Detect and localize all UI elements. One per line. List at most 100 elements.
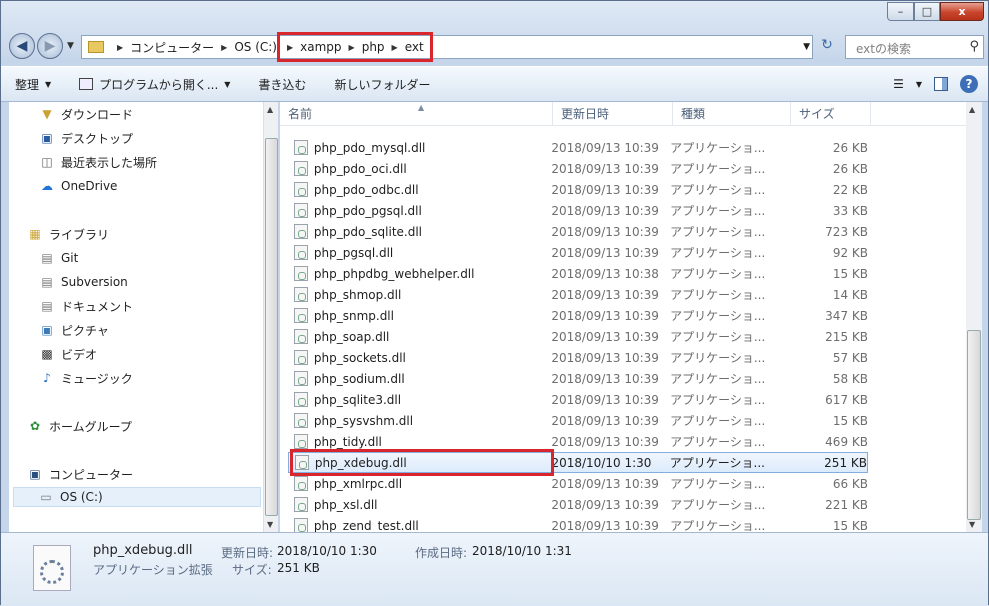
nav-item-music[interactable]: ♪ ミュージック: [39, 368, 133, 388]
nav-item-git[interactable]: ▤ Git: [39, 248, 78, 268]
nav-item-os-c[interactable]: ▭ OS (C:): [13, 487, 261, 507]
dll-file-icon: [294, 266, 308, 281]
maximize-button[interactable]: □: [914, 2, 940, 21]
breadcrumb-ext[interactable]: ext: [405, 40, 424, 54]
scroll-thumb[interactable]: [967, 330, 981, 520]
file-row[interactable]: php_sysvshm.dll 2018/09/13 10:39 アプリケーショ..…: [288, 410, 868, 431]
file-name: php_pdo_oci.dll: [313, 161, 407, 176]
column-date[interactable]: 更新日時: [553, 102, 673, 126]
column-size[interactable]: サイズ: [791, 102, 871, 126]
dll-file-icon: [294, 203, 308, 218]
computer-icon: ▣: [29, 467, 41, 481]
nav-item-pictures[interactable]: ▣ ピクチャ: [39, 320, 109, 340]
chevron-right-icon[interactable]: ▶: [287, 43, 293, 52]
column-type[interactable]: 種類: [673, 102, 791, 126]
scroll-down-icon[interactable]: ▼: [267, 520, 273, 529]
help-icon[interactable]: ?: [960, 75, 978, 93]
view-dropdown-icon[interactable]: ▼: [916, 80, 922, 89]
file-type: アプリケーショ...: [670, 498, 766, 512]
forward-button[interactable]: ▶: [37, 33, 63, 59]
file-date: 2018/09/13 10:39: [551, 245, 659, 260]
file-row[interactable]: php_pgsql.dll 2018/09/13 10:39 アプリケーショ... 9…: [288, 242, 868, 263]
file-row[interactable]: php_shmop.dll 2018/09/13 10:39 アプリケーショ... 1…: [288, 284, 868, 305]
burn-label: 書き込む: [258, 77, 307, 92]
breadcrumb-xampp[interactable]: xampp: [300, 40, 341, 54]
preview-pane-icon[interactable]: [934, 77, 948, 91]
file-name: php_sysvshm.dll: [313, 413, 414, 428]
burn-button[interactable]: 書き込む: [244, 67, 320, 101]
search-icon[interactable]: ⚲: [969, 39, 979, 54]
organize-button[interactable]: 整理 ▼: [1, 67, 65, 101]
refresh-icon[interactable]: ↻: [817, 37, 837, 57]
nav-item-recent[interactable]: ◫ 最近表示した場所: [39, 152, 157, 172]
file-row[interactable]: php_xsl.dll 2018/09/13 10:39 アプリケーショ... 221…: [288, 494, 868, 515]
file-row[interactable]: php_pdo_mysql.dll 2018/09/13 10:39 アプリケーショ…: [288, 137, 868, 158]
file-date: 2018/09/13 10:39: [551, 308, 659, 323]
desktop-icon: ▣: [41, 131, 53, 145]
minimize-button[interactable]: –: [887, 2, 914, 21]
nav-item-onedrive[interactable]: ☁ OneDrive: [39, 176, 117, 196]
breadcrumb-computer[interactable]: コンピューター: [130, 39, 214, 56]
file-row[interactable]: php_snmp.dll 2018/09/13 10:39 アプリケーショ... 34…: [288, 305, 868, 326]
file-row[interactable]: php_pdo_odbc.dll 2018/09/13 10:39 アプリケーショ.…: [288, 179, 868, 200]
column-name[interactable]: 名前 ▲: [280, 102, 553, 126]
file-name: php_pgsql.dll: [313, 245, 394, 260]
nav-item-subversion[interactable]: ▤ Subversion: [39, 272, 127, 292]
chevron-right-icon[interactable]: ▶: [392, 43, 398, 52]
file-row[interactable]: php_phpdbg_webhelper.dll 2018/09/13 10:38…: [288, 263, 868, 284]
scroll-down-icon[interactable]: ▼: [969, 520, 975, 529]
file-type: アプリケーショ...: [670, 309, 766, 323]
file-list-scrollbar[interactable]: ▲ ▼: [966, 102, 982, 532]
dll-file-icon: [294, 497, 308, 512]
scroll-up-icon[interactable]: ▲: [969, 105, 975, 114]
file-row[interactable]: php_zend_test.dll 2018/09/13 10:39 アプリケーショ…: [288, 515, 868, 532]
chevron-right-icon[interactable]: ▶: [349, 43, 355, 52]
details-size-value: 251 KB: [277, 561, 320, 575]
nav-scrollbar[interactable]: ▲ ▼: [263, 102, 278, 532]
scroll-thumb[interactable]: [265, 138, 278, 516]
dll-file-icon: [33, 545, 71, 591]
details-created-label: 作成日時:: [415, 546, 468, 560]
nav-item-libraries[interactable]: ▦ ライブラリ: [27, 224, 109, 244]
nav-item-homegroup[interactable]: ✿ ホームグループ: [27, 416, 132, 436]
file-row[interactable]: php_sockets.dll 2018/09/13 10:39 アプリケーショ..…: [288, 347, 868, 368]
nav-item-downloads[interactable]: ▼ ダウンロード: [39, 104, 133, 124]
nav-item-desktop[interactable]: ▣ デスクトップ: [39, 128, 133, 148]
file-name: php_pdo_sqlite.dll: [313, 224, 423, 239]
document-icon: ▤: [41, 299, 53, 313]
breadcrumb-os-c[interactable]: OS (C:): [234, 40, 277, 54]
address-dropdown-icon[interactable]: ▼: [803, 42, 810, 52]
scroll-up-icon[interactable]: ▲: [267, 105, 273, 114]
nav-label: コンピューター: [49, 467, 134, 482]
chevron-right-icon[interactable]: ▶: [117, 43, 123, 52]
file-row[interactable]: php_sodium.dll 2018/09/13 10:39 アプリケーショ...…: [288, 368, 868, 389]
nav-item-videos[interactable]: ▩ ビデオ: [39, 344, 97, 364]
view-options-icon[interactable]: ☰: [893, 77, 904, 91]
file-row[interactable]: php_xmlrpc.dll 2018/09/13 10:39 アプリケーショ...…: [288, 473, 868, 494]
nav-label: ホームグループ: [49, 419, 132, 434]
file-size: 15 KB: [832, 518, 868, 533]
nav-item-documents[interactable]: ▤ ドキュメント: [39, 296, 133, 316]
nav-item-computer[interactable]: ▣ コンピューター: [27, 464, 133, 484]
nav-label: OS (C:): [60, 490, 103, 504]
close-button[interactable]: x: [940, 2, 984, 21]
search-input[interactable]: extの検索 ⚲: [845, 35, 984, 59]
address-bar[interactable]: ▶ コンピューター ▶ OS (C:) ▶ xampp ▶ php ▶ ext …: [81, 32, 813, 62]
forward-arrow-icon: ▶: [44, 38, 56, 54]
chevron-right-icon[interactable]: ▶: [221, 43, 227, 52]
file-name: php_shmop.dll: [313, 287, 402, 302]
open-with-button[interactable]: プログラムから開く... ▼: [65, 67, 244, 101]
file-row[interactable]: php_pdo_pgsql.dll 2018/09/13 10:39 アプリケーショ…: [288, 200, 868, 221]
file-row[interactable]: php_pdo_sqlite.dll 2018/09/13 10:39 アプリケーシ…: [288, 221, 868, 242]
new-folder-button[interactable]: 新しいフォルダー: [320, 67, 444, 101]
file-date: 2018/09/13 10:39: [551, 371, 659, 386]
file-row[interactable]: php_soap.dll 2018/09/13 10:39 アプリケーショ... 21…: [288, 326, 868, 347]
history-dropdown-icon[interactable]: ▼: [67, 41, 74, 51]
back-button[interactable]: ◀: [9, 33, 35, 59]
file-type: アプリケーショ...: [670, 225, 766, 239]
file-row[interactable]: php_pdo_oci.dll 2018/09/13 10:39 アプリケーショ..…: [288, 158, 868, 179]
breadcrumb-php[interactable]: php: [362, 40, 385, 54]
highlight-box-path: ▶ xampp ▶ php ▶ ext: [277, 32, 433, 62]
file-row[interactable]: php_sqlite3.dll 2018/09/13 10:39 アプリケーショ..…: [288, 389, 868, 410]
file-date: 2018/09/13 10:39: [551, 497, 659, 512]
